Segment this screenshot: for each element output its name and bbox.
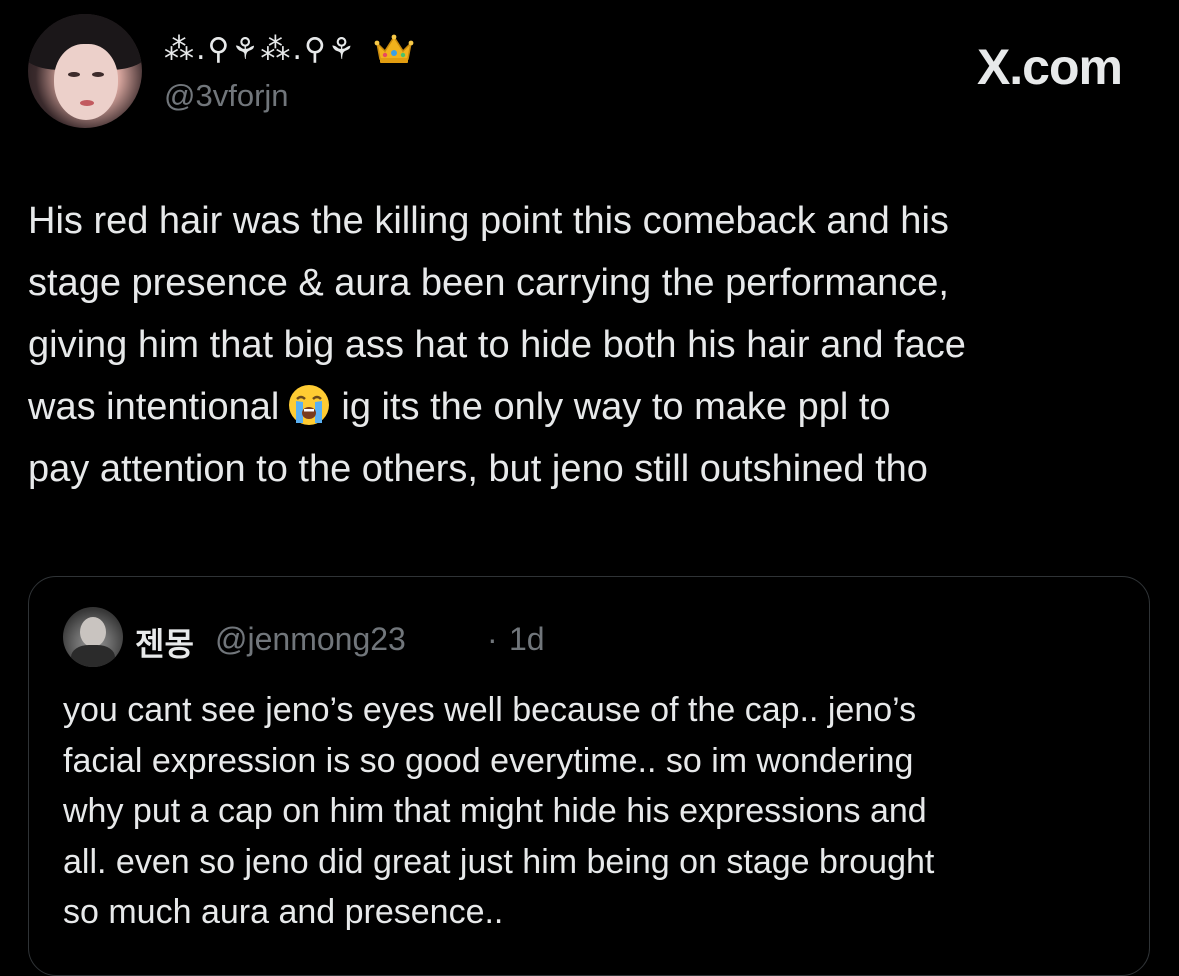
crown-icon [374, 33, 414, 65]
author-avatar[interactable] [28, 14, 142, 128]
quoted-text-line: facial expression is so good everytime..… [63, 741, 914, 780]
tweet-header: ⁂.⚲⚘⁂.⚲⚘ @3vforjn X.com [28, 14, 1152, 132]
tweet-text-line: His red hair was the killing point this … [28, 200, 949, 242]
quoted-tweet-card[interactable]: 젠몽 @jenmong23 · 1d you cant see jeno’s e… [28, 576, 1150, 976]
tweet-text-line: pay attention to the others, but jeno st… [28, 448, 928, 490]
brand-watermark: X.com [976, 39, 1123, 95]
quoted-author-avatar[interactable] [63, 607, 123, 667]
quoted-text-line: you cant see jeno’s eyes well because of… [63, 691, 917, 729]
quoted-tweet-timestamp[interactable]: 1d [509, 621, 545, 658]
avatar-face [54, 44, 118, 120]
loudly-crying-face-icon [287, 383, 331, 427]
quoted-text-line: all. even so jeno did great just him bei… [63, 842, 935, 881]
avatar-eye [92, 72, 104, 77]
tweet-text-line: stage presence & aura been carrying the … [28, 262, 949, 304]
quoted-author-name[interactable]: 젠몽 [135, 619, 194, 665]
quoted-text-line: so much aura and presence.. [63, 893, 504, 931]
tweet-text-line: was intentional ig its the only way to m… [28, 376, 1158, 438]
quoted-author-handle[interactable]: @jenmong23 [215, 621, 406, 658]
tweet-text-line: giving him that big ass hat to hide both… [28, 324, 966, 366]
author-display-name[interactable]: ⁂.⚲⚘⁂.⚲⚘ [164, 32, 414, 67]
avatar-lips [80, 100, 94, 106]
tweet-text-segment: ig its the only way to make ppl to [341, 386, 891, 428]
author-display-name-text: ⁂.⚲⚘⁂.⚲⚘ [164, 32, 357, 67]
tweet-body: His red hair was the killing point this … [28, 190, 1158, 500]
quoted-tweet-body: you cant see jeno’s eyes well because of… [63, 685, 1123, 938]
dot-separator: · [487, 621, 498, 657]
avatar-eye [68, 72, 80, 77]
quoted-avatar-head [80, 617, 106, 647]
quoted-tweet-header: 젠몽 @jenmong23 · 1d [63, 607, 1123, 671]
author-handle[interactable]: @3vforjn [164, 78, 289, 114]
tweet-text-segment: was intentional [28, 386, 280, 428]
quoted-text-line: why put a cap on him that might hide his… [63, 792, 927, 830]
quoted-avatar-body [71, 645, 115, 667]
